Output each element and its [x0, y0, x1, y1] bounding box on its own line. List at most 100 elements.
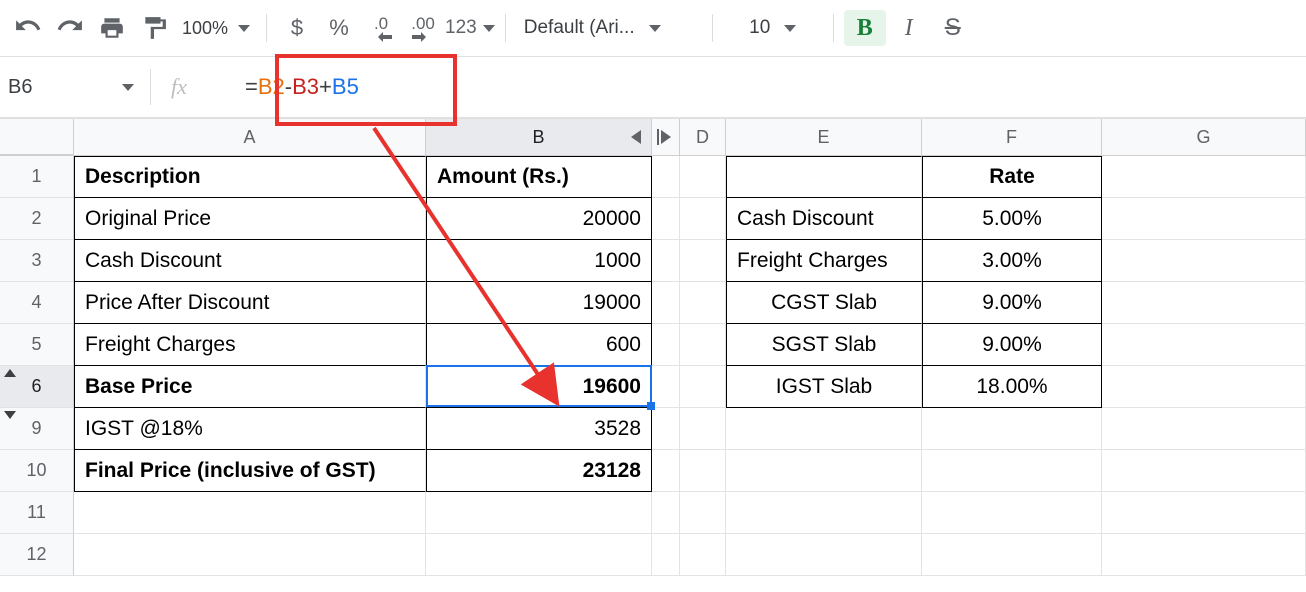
cell-E9[interactable]	[726, 408, 922, 450]
cell-A10[interactable]: Final Price (inclusive of GST)	[74, 450, 426, 492]
cell-A12[interactable]	[74, 534, 426, 576]
cell-gap[interactable]	[652, 492, 680, 534]
cell-G6[interactable]	[1102, 366, 1306, 408]
cell-A2[interactable]: Original Price	[74, 198, 426, 240]
col-header-A[interactable]: A	[74, 119, 426, 155]
cell-G1[interactable]	[1102, 156, 1306, 198]
undo-button[interactable]	[8, 10, 48, 46]
cell-F9[interactable]	[922, 408, 1102, 450]
cell-E6[interactable]: IGST Slab	[726, 366, 922, 408]
cell-E3[interactable]: Freight Charges	[726, 240, 922, 282]
format-currency-button[interactable]: $	[277, 10, 317, 46]
print-button[interactable]	[92, 10, 132, 46]
cell-D12[interactable]	[680, 534, 726, 576]
row-header[interactable]: 1	[0, 156, 74, 198]
expand-columns-button[interactable]	[652, 119, 680, 155]
font-size-dropdown[interactable]: 10	[723, 17, 823, 39]
row-header[interactable]: 6	[0, 366, 74, 408]
cell-D10[interactable]	[680, 450, 726, 492]
cell-A6[interactable]: Base Price	[74, 366, 426, 408]
paint-format-button[interactable]	[134, 10, 174, 46]
cell-B3[interactable]: 1000	[426, 240, 652, 282]
col-header-B[interactable]: B	[426, 119, 652, 155]
cell-gap[interactable]	[652, 240, 680, 282]
cell-B4[interactable]: 19000	[426, 282, 652, 324]
cell-A3[interactable]: Cash Discount	[74, 240, 426, 282]
cell-E12[interactable]	[726, 534, 922, 576]
strikethrough-button[interactable]: S	[932, 14, 974, 42]
cell-G3[interactable]	[1102, 240, 1306, 282]
col-header-F[interactable]: F	[922, 119, 1102, 155]
cell-D3[interactable]	[680, 240, 726, 282]
cell-gap[interactable]	[652, 282, 680, 324]
font-family-dropdown[interactable]: Default (Ari...	[516, 17, 702, 39]
cell-F4[interactable]: 9.00%	[922, 282, 1102, 324]
cell-G5[interactable]	[1102, 324, 1306, 366]
cell-E11[interactable]	[726, 492, 922, 534]
cell-D2[interactable]	[680, 198, 726, 240]
cell-gap[interactable]	[652, 366, 680, 408]
decrease-decimal-button[interactable]: .0	[361, 10, 401, 46]
select-all-corner[interactable]	[0, 119, 74, 155]
cell-E2[interactable]: Cash Discount	[726, 198, 922, 240]
row-header[interactable]: 12	[0, 534, 74, 576]
cell-G10[interactable]	[1102, 450, 1306, 492]
increase-decimal-button[interactable]: .00	[403, 10, 443, 46]
cell-G9[interactable]	[1102, 408, 1306, 450]
cell-D11[interactable]	[680, 492, 726, 534]
spreadsheet-grid[interactable]: A B D E F G 1 Description Amount (Rs.) R…	[0, 119, 1306, 576]
col-header-G[interactable]: G	[1102, 119, 1306, 155]
cell-B11[interactable]	[426, 492, 652, 534]
row-header[interactable]: 4	[0, 282, 74, 324]
cell-F12[interactable]	[922, 534, 1102, 576]
cell-A5[interactable]: Freight Charges	[74, 324, 426, 366]
col-header-E[interactable]: E	[726, 119, 922, 155]
cell-E1[interactable]	[726, 156, 922, 198]
cell-gap[interactable]	[652, 156, 680, 198]
cell-gap[interactable]	[652, 408, 680, 450]
cell-B2[interactable]: 20000	[426, 198, 652, 240]
cell-D9[interactable]	[680, 408, 726, 450]
cell-E4[interactable]: CGST Slab	[726, 282, 922, 324]
cell-F6[interactable]: 18.00%	[922, 366, 1102, 408]
zoom-dropdown[interactable]: 100%	[176, 18, 256, 39]
cell-B1[interactable]: Amount (Rs.)	[426, 156, 652, 198]
more-formats-dropdown[interactable]: 123	[445, 10, 495, 46]
cell-gap[interactable]	[652, 534, 680, 576]
cell-F3[interactable]: 3.00%	[922, 240, 1102, 282]
cell-E10[interactable]	[726, 450, 922, 492]
cell-A1[interactable]: Description	[74, 156, 426, 198]
cell-F5[interactable]: 9.00%	[922, 324, 1102, 366]
cell-B6[interactable]: 19600	[426, 366, 652, 408]
cell-A11[interactable]	[74, 492, 426, 534]
cell-gap[interactable]	[652, 324, 680, 366]
row-header[interactable]: 9	[0, 408, 74, 450]
bold-button[interactable]: B	[844, 10, 886, 46]
cell-F2[interactable]: 5.00%	[922, 198, 1102, 240]
cell-F1[interactable]: Rate	[922, 156, 1102, 198]
row-header[interactable]: 5	[0, 324, 74, 366]
formula-input[interactable]: =B2-B3+B5	[207, 74, 1306, 100]
cell-G2[interactable]	[1102, 198, 1306, 240]
row-header[interactable]: 10	[0, 450, 74, 492]
cell-D4[interactable]	[680, 282, 726, 324]
cell-B9[interactable]: 3528	[426, 408, 652, 450]
cell-gap[interactable]	[652, 198, 680, 240]
row-header[interactable]: 11	[0, 492, 74, 534]
cell-D6[interactable]	[680, 366, 726, 408]
cell-F10[interactable]	[922, 450, 1102, 492]
cell-B5[interactable]: 600	[426, 324, 652, 366]
cell-B10[interactable]: 23128	[426, 450, 652, 492]
redo-button[interactable]	[50, 10, 90, 46]
cell-G12[interactable]	[1102, 534, 1306, 576]
cell-D1[interactable]	[680, 156, 726, 198]
cell-gap[interactable]	[652, 450, 680, 492]
format-percent-button[interactable]: %	[319, 10, 359, 46]
cell-F11[interactable]	[922, 492, 1102, 534]
cell-B12[interactable]	[426, 534, 652, 576]
cell-G11[interactable]	[1102, 492, 1306, 534]
cell-G4[interactable]	[1102, 282, 1306, 324]
cell-A9[interactable]: IGST @18%	[74, 408, 426, 450]
row-header[interactable]: 3	[0, 240, 74, 282]
italic-button[interactable]: I	[888, 15, 930, 42]
